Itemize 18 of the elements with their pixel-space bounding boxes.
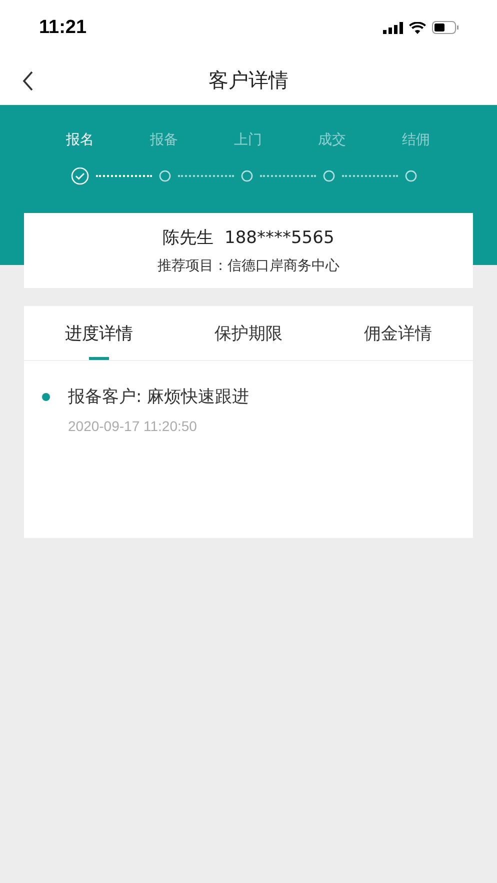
tab[interactable]: 进度详情 (24, 306, 174, 360)
status-time: 11:21 (39, 16, 87, 38)
signal-icon (383, 22, 403, 34)
battery-icon (432, 21, 459, 34)
wifi-icon (409, 22, 426, 34)
customer-name-phone: 陈先生 188****5565 (162, 227, 334, 249)
project-text: 推荐项目：信德口岸商务中心 (158, 257, 340, 275)
step-label: 报名 (66, 131, 94, 149)
tab[interactable]: 佣金详情 (323, 306, 474, 360)
step-label: 结佣 (402, 131, 430, 149)
page-title: 客户详情 (208, 66, 288, 94)
tab[interactable]: 保护期限 (174, 306, 324, 360)
record-title: 报备客户: 麻烦快速跟进 (68, 386, 250, 408)
step-label: 上门 (234, 131, 262, 149)
step-label: 报备 (150, 131, 178, 149)
step-label: 成交 (318, 131, 346, 149)
record-dot-icon (42, 392, 50, 400)
record-time: 2020-09-17 11:20:50 (68, 418, 198, 434)
